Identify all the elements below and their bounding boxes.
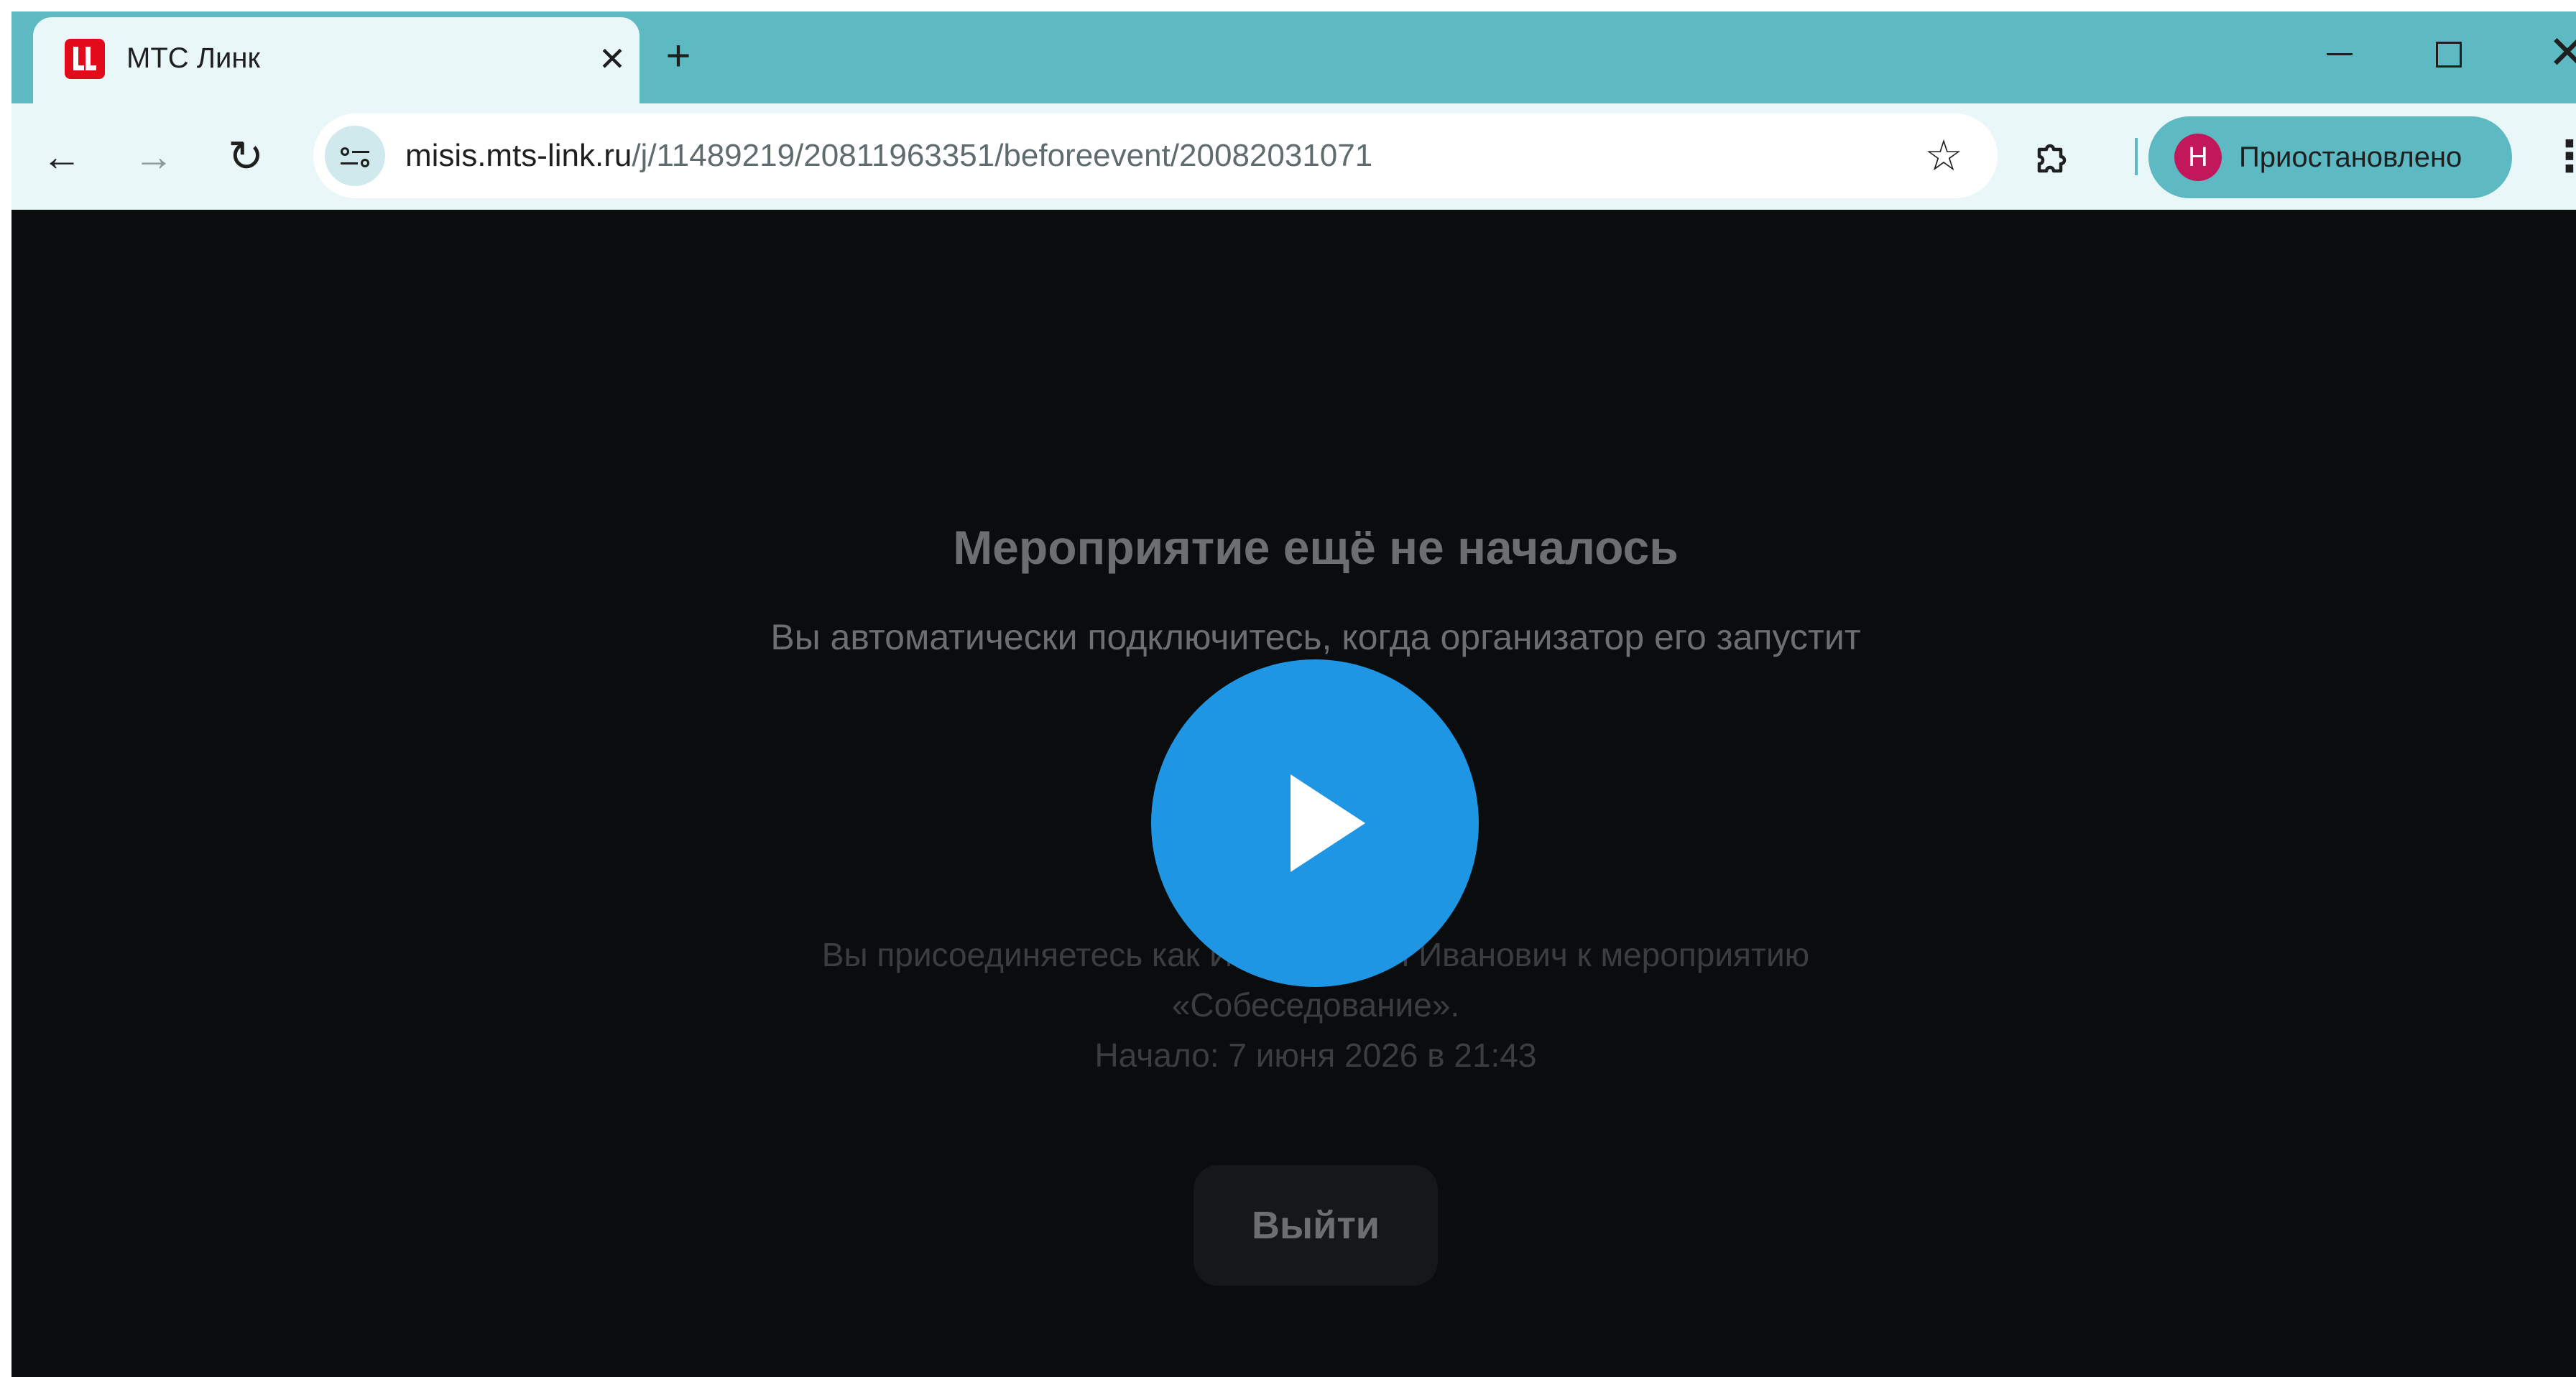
url-text[interactable]: misis.mts-link.ru/j/11489219/20811963351…	[405, 137, 1372, 175]
exit-button[interactable]: Выйти	[1194, 1165, 1438, 1286]
profile-button[interactable]: Н Приостановлено	[2148, 116, 2512, 198]
event-name: «Собеседование».	[1171, 986, 1460, 1024]
page-title: Мероприятие ещё не началось	[953, 521, 1679, 574]
page-subtitle: Вы автоматически подключитесь, когда орг…	[770, 617, 1861, 657]
play-button[interactable]	[1151, 659, 1479, 987]
tab-title: МТС Линк	[126, 42, 260, 74]
maximize-icon[interactable]	[2436, 42, 2462, 68]
url-host: misis.mts-link.ru	[405, 138, 632, 173]
event-start-time: Начало: 7 июня 2026 в 21:43	[1094, 1037, 1537, 1074]
toolbar-divider	[2135, 138, 2138, 175]
browser-toolbar: ← → ↻ misis.mts-link.ru/j/11489219/20811…	[11, 103, 2576, 210]
address-bar[interactable]: misis.mts-link.ru/j/11489219/20811963351…	[313, 113, 1998, 198]
page-content: Мероприятие ещё не началось Вы автоматич…	[11, 210, 2576, 1377]
forward-button[interactable]: →	[125, 128, 183, 185]
puzzle-icon[interactable]	[2032, 135, 2075, 178]
bookmark-star-icon[interactable]: ☆	[1917, 129, 1970, 182]
reload-button[interactable]: ↻	[217, 128, 274, 185]
tab-mts-link[interactable]: МТС Линк ✕	[33, 17, 640, 103]
back-button[interactable]: ←	[33, 128, 91, 185]
new-tab-button[interactable]: +	[658, 34, 698, 78]
site-settings-icon[interactable]	[325, 126, 385, 186]
avatar: Н	[2174, 134, 2222, 181]
mts-link-logo-icon	[65, 39, 105, 79]
url-path: /j/11489219/20811963351/beforeevent/2008…	[632, 138, 1373, 173]
browser-menu-icon[interactable]: ⋮	[2548, 134, 2576, 184]
profile-status-label: Приостановлено	[2239, 142, 2462, 173]
tab-close-icon[interactable]: ✕	[592, 39, 632, 79]
play-icon	[1291, 774, 1365, 872]
window-close-icon[interactable]: ✕	[2548, 27, 2576, 78]
minimize-icon[interactable]	[2327, 53, 2353, 55]
tab-strip: МТС Линк ✕ + ✕	[11, 11, 2576, 103]
browser-window: МТС Линк ✕ + ✕ ← → ↻ misis.mts-link.ru/j…	[11, 11, 2576, 1377]
